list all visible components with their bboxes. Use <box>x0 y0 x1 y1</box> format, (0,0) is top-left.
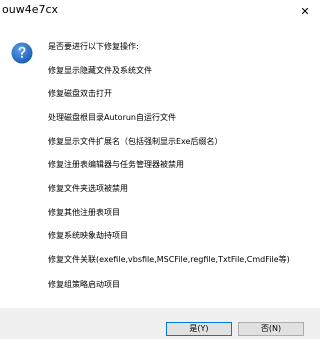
message-item: 修复显示隐藏文件及系统文件 <box>48 66 152 75</box>
message-item: 修复显示文件扩展名（包括强制显示Exe后缀名） <box>48 137 223 146</box>
title-bar[interactable]: ouw4e7cx ✕ <box>0 0 320 22</box>
message-item: 修复磁盘双击打开 <box>48 89 112 98</box>
close-icon: ✕ <box>300 4 310 18</box>
message-item: 修复组策略启动项目 <box>48 280 120 289</box>
button-bar: 是(Y) 否(N) <box>0 308 320 339</box>
dialog-content: 是否要进行以下修复操作: 修复显示隐藏文件及系统文件 修复磁盘双击打开 处理磁盘… <box>0 22 320 308</box>
close-button[interactable]: ✕ <box>294 0 316 22</box>
message-item: 处理磁盘根目录Autorun自运行文件 <box>48 113 177 122</box>
message-prompt: 是否要进行以下修复操作: <box>48 42 139 51</box>
message-item: 修复其他注册表项目 <box>48 208 120 217</box>
window-title: ouw4e7cx <box>2 3 59 16</box>
question-icon <box>11 42 33 64</box>
yes-button[interactable]: 是(Y) <box>166 322 232 336</box>
dialog-window: ouw4e7cx ✕ 是否要进行以下修复操作: 修复显示隐藏文件及系统文件 修复… <box>0 0 320 339</box>
no-button[interactable]: 否(N) <box>238 322 304 336</box>
message-item: 修复文件关联(exefile,vbsfile,MSCFile,regfile,T… <box>48 255 290 264</box>
message-item: 修复文件夹选项被禁用 <box>48 184 128 193</box>
message-item: 修复注册表编辑器与任务管理器被禁用 <box>48 160 184 169</box>
message-item: 修复系统映象劫持项目 <box>48 231 128 240</box>
